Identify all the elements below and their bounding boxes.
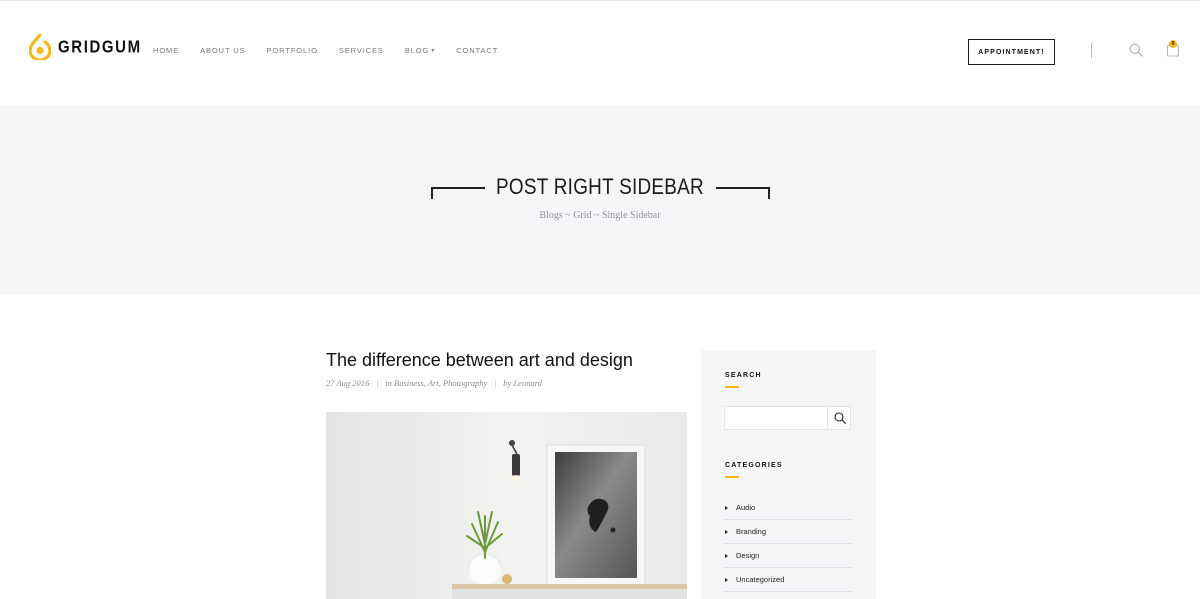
nav-blog-label: BLOG xyxy=(404,46,430,55)
category-label: Uncategorized xyxy=(736,575,785,584)
nav-about-us[interactable]: ABOUT US xyxy=(200,46,245,55)
category-label: Design xyxy=(736,551,760,560)
cart-count-badge: 0 xyxy=(1169,40,1177,48)
page-banner: POST RIGHT SIDEBAR Blogs ~ Grid ~ Single… xyxy=(0,106,1200,294)
nav-contact[interactable]: CONTACT xyxy=(456,46,498,55)
post-categories[interactable]: in Business, Art, Photography xyxy=(385,378,487,388)
caret-right-icon xyxy=(725,505,728,510)
top-border xyxy=(0,0,1200,1)
header-divider xyxy=(1091,43,1092,58)
chevron-down-icon: ▾ xyxy=(431,48,436,54)
caret-right-icon xyxy=(725,529,728,534)
post-meta: 27 Aug 2016 | in Business, Art, Photogra… xyxy=(326,378,542,388)
sidebar-search xyxy=(724,406,851,430)
category-uncategorized[interactable]: Uncategorized xyxy=(724,568,852,592)
meta-separator: | xyxy=(494,378,497,388)
breadcrumb-separator: ~ xyxy=(594,210,600,221)
category-design[interactable]: Design xyxy=(724,544,852,568)
breadcrumb-current: Single Sidebar xyxy=(601,210,661,221)
category-label: Branding xyxy=(736,527,767,536)
search-submit-button[interactable] xyxy=(827,407,851,429)
search-icon[interactable] xyxy=(1129,43,1143,57)
categories-widget-title: CATEGORIES xyxy=(725,462,783,469)
title-accent-line xyxy=(725,386,739,388)
category-branding[interactable]: Branding xyxy=(724,520,852,544)
page-title: POST RIGHT SIDEBAR xyxy=(496,174,704,199)
title-accent-line xyxy=(725,476,739,478)
search-icon xyxy=(833,412,846,424)
breadcrumb-separator: ~ xyxy=(565,210,571,221)
site-logo[interactable]: GRIDGUM xyxy=(29,34,142,60)
nav-portfolio[interactable]: PORTFOLIO xyxy=(267,46,318,55)
nav-home[interactable]: HOME xyxy=(153,46,179,55)
main-nav: HOME ABOUT US PORTFOLIO SERVICES BLOG ▾ … xyxy=(153,46,519,55)
brand-name: GRIDGUM xyxy=(58,37,142,57)
post-featured-image[interactable] xyxy=(326,412,687,599)
caret-right-icon xyxy=(725,553,728,558)
meta-separator: | xyxy=(376,378,379,388)
breadcrumb: Blogs ~ Grid ~ Single Sidebar xyxy=(0,210,1200,221)
breadcrumb-grid[interactable]: Grid xyxy=(573,210,591,221)
search-input[interactable] xyxy=(725,407,826,429)
caret-right-icon xyxy=(725,577,728,582)
post-title[interactable]: The difference between art and design xyxy=(326,350,633,371)
appointment-button[interactable]: APPOINTMENT! xyxy=(968,39,1055,65)
nav-services[interactable]: SERVICES xyxy=(339,46,384,55)
right-sidebar: SEARCH CATEGORIES Audio Branding Design … xyxy=(701,350,876,599)
nav-blog[interactable]: BLOG ▾ xyxy=(405,46,435,55)
category-label: Audio xyxy=(736,503,756,512)
post-author[interactable]: by Leonard xyxy=(503,378,542,388)
category-audio[interactable]: Audio xyxy=(724,496,852,520)
logo-icon xyxy=(29,34,51,60)
search-widget-title: SEARCH xyxy=(725,372,762,379)
breadcrumb-blogs[interactable]: Blogs xyxy=(539,210,562,221)
post-image-illustration xyxy=(326,412,687,599)
post-date: 27 Aug 2016 xyxy=(326,378,370,388)
